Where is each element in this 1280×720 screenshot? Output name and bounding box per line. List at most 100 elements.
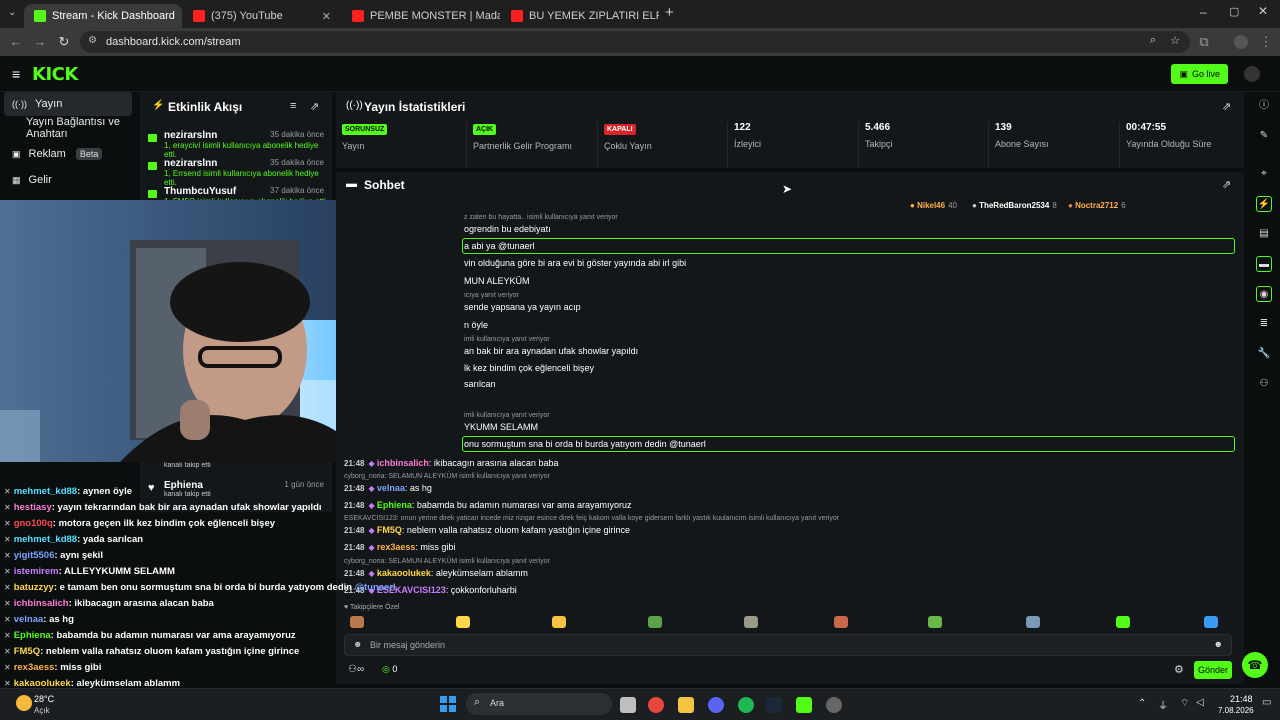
spotify-icon[interactable] xyxy=(738,697,754,713)
chat-username[interactable]: ichbinsalich xyxy=(377,458,429,468)
user-avatar[interactable] xyxy=(1244,66,1260,82)
chat-username[interactable]: FM5Q xyxy=(377,525,402,535)
reply-context: imli kullanıcıya yanıt veriyor xyxy=(464,412,550,419)
tab-list-icon[interactable]: ⌄ xyxy=(8,7,16,18)
chat-message-text: neblem valla rahatsız oluom kafam yastığ… xyxy=(406,525,630,535)
emote-icon[interactable] xyxy=(648,616,662,628)
tray-chevron-icon[interactable]: ⌃ xyxy=(1138,698,1146,709)
tab-close-icon[interactable]: ✕ xyxy=(181,10,182,23)
lightning-icon[interactable]: ⚡ xyxy=(1256,196,1272,212)
emote-icon[interactable] xyxy=(1026,616,1040,628)
browser-tab[interactable]: (375) YouTube ✕ xyxy=(183,4,341,28)
channel-points-icon[interactable]: ⚇∞ xyxy=(348,664,364,675)
emote-icon[interactable] xyxy=(456,616,470,628)
chat-settings-icon[interactable]: ⚙ xyxy=(1174,663,1184,676)
top-chatter[interactable]: ● TheRedBaron2534 8 xyxy=(972,201,1057,210)
chrome-icon[interactable] xyxy=(648,697,664,713)
minimize-icon[interactable]: – xyxy=(1200,5,1207,19)
hamburger-menu-icon[interactable]: ≡ xyxy=(12,66,20,82)
chat-icon[interactable]: ▬ xyxy=(1256,256,1272,272)
emote-icon[interactable] xyxy=(1116,616,1130,628)
overlay-username: Ephiena xyxy=(13,630,51,641)
new-tab-button[interactable]: + xyxy=(665,4,674,21)
bookmark-star-icon[interactable]: ☆ xyxy=(1170,34,1180,47)
popout-icon[interactable]: ⇗ xyxy=(1222,100,1231,113)
filter-icon[interactable]: ≡ xyxy=(290,100,296,112)
stat-value: 122 xyxy=(734,122,751,133)
tab-close-icon[interactable]: ✕ xyxy=(322,10,331,23)
forward-icon[interactable]: → xyxy=(32,34,48,50)
share-icon[interactable]: ⚇ xyxy=(1256,376,1272,392)
clock-time[interactable]: 21:48 xyxy=(1230,694,1253,704)
browser-tab[interactable]: Stream - Kick Dashboard ✕ xyxy=(24,4,182,28)
nav-item[interactable]: ((·)) Yayın xyxy=(4,92,132,116)
task-view-icon[interactable] xyxy=(620,697,636,713)
reply-context: cyborg_noria: SELAMUN ALEYKÜM isimli kul… xyxy=(344,558,550,565)
chat-username[interactable]: kakaoolukek xyxy=(377,568,431,578)
nav-item[interactable]: ▦ Gelir xyxy=(4,168,132,192)
sword-badge-icon: ✕ xyxy=(4,583,11,592)
browser-menu-icon[interactable]: ⋮ xyxy=(1258,34,1274,50)
clock-date[interactable]: 7.08.2026 xyxy=(1218,706,1254,715)
info-icon[interactable]: ⓘ xyxy=(1256,98,1272,114)
steam-icon[interactable] xyxy=(766,697,782,713)
send-button[interactable]: Gönder xyxy=(1194,661,1232,679)
document-icon[interactable]: ▤ xyxy=(1256,226,1272,242)
close-window-icon[interactable]: ✕ xyxy=(1258,4,1268,18)
wrench-icon[interactable]: 🔧 xyxy=(1256,346,1272,362)
back-icon[interactable]: ← xyxy=(8,34,24,50)
popout-icon[interactable]: ⇗ xyxy=(310,100,319,113)
browser-tab[interactable]: BU YEMEK ZIPLATIRI ELRAEN, L✕ xyxy=(501,4,659,28)
app-icon[interactable] xyxy=(826,697,842,713)
chat-message: 21:48 ◆ FM5Q: neblem valla rahatsız oluom… xyxy=(344,525,630,535)
microphone-icon[interactable]: ⏚ xyxy=(1158,697,1168,712)
emoji-icon[interactable]: ☻ xyxy=(1214,639,1223,649)
emote-icon[interactable] xyxy=(552,616,566,628)
top-chatter[interactable]: ● Nikel46 40 xyxy=(910,201,957,210)
sword-badge-icon: ✕ xyxy=(4,631,11,640)
chat-username[interactable]: rex3aess xyxy=(377,542,416,552)
target-icon[interactable]: ⌖ xyxy=(1256,166,1272,182)
emote-icon[interactable] xyxy=(1204,616,1218,628)
volume-icon[interactable]: ◁ xyxy=(1196,697,1204,708)
emote-icon[interactable] xyxy=(744,616,758,628)
weather-icon[interactable] xyxy=(16,695,32,711)
popout-icon[interactable]: ⇗ xyxy=(1222,178,1231,191)
chat-input[interactable]: ☻ Bir mesaj gönderin ☻ xyxy=(344,634,1232,656)
mention-highlight xyxy=(462,238,1235,254)
reload-icon[interactable]: ↻ xyxy=(56,34,72,50)
broadcast-icon[interactable]: ◉ xyxy=(1256,286,1272,302)
go-live-button[interactable]: ▣ Go live xyxy=(1171,64,1228,84)
discord-icon[interactable] xyxy=(708,697,724,713)
kick-logo[interactable]: KICK xyxy=(32,64,78,85)
wifi-icon[interactable]: ⌔ xyxy=(1180,697,1189,710)
taskbar-search[interactable]: ⌕ Ara xyxy=(466,693,612,715)
gift-icon xyxy=(148,190,157,198)
chat-username[interactable]: Ephiena xyxy=(377,500,412,510)
url-field[interactable]: ⚙ dashboard.kick.com/stream ⌕ ☆ xyxy=(80,31,1190,53)
emote-icon[interactable] xyxy=(928,616,942,628)
browser-tab[interactable]: PEMBE MONSTER | Madara Ol✕ xyxy=(342,4,500,28)
emote-icon[interactable] xyxy=(350,616,364,628)
zoom-icon[interactable]: ⌕ xyxy=(1150,34,1156,47)
nav-item[interactable]: Yayın Bağlantısı ve Anahtarı xyxy=(4,116,132,140)
top-chatter[interactable]: ● Noctra2712 6 xyxy=(1068,201,1126,210)
chat-username[interactable]: velnaa xyxy=(377,483,405,493)
layers-icon[interactable]: ≣ xyxy=(1256,316,1272,332)
edit-icon[interactable]: ✎ xyxy=(1256,128,1272,144)
tab-favicon-icon xyxy=(511,10,523,22)
extensions-icon[interactable]: ⧉ xyxy=(1196,34,1212,50)
obs-icon[interactable] xyxy=(796,697,812,713)
maximize-icon[interactable]: ▢ xyxy=(1229,5,1239,18)
nav-item[interactable]: ▣ Reklam Beta xyxy=(4,142,132,166)
emote-icon[interactable] xyxy=(834,616,848,628)
activity-detail: 1, Errsend isimli kullanıcıya abonelik h… xyxy=(164,169,319,187)
profile-avatar[interactable] xyxy=(1234,35,1248,49)
notifications-icon[interactable]: ▭ xyxy=(1262,697,1271,708)
emote-picker-icon[interactable]: ☻ xyxy=(353,639,362,649)
file-explorer-icon[interactable] xyxy=(678,697,694,713)
support-chat-button[interactable]: ☎ xyxy=(1242,652,1268,678)
windows-start-icon[interactable] xyxy=(440,696,456,712)
top-chatter-count: 8 xyxy=(1052,201,1057,210)
site-info-icon[interactable]: ⚙ xyxy=(88,35,97,46)
